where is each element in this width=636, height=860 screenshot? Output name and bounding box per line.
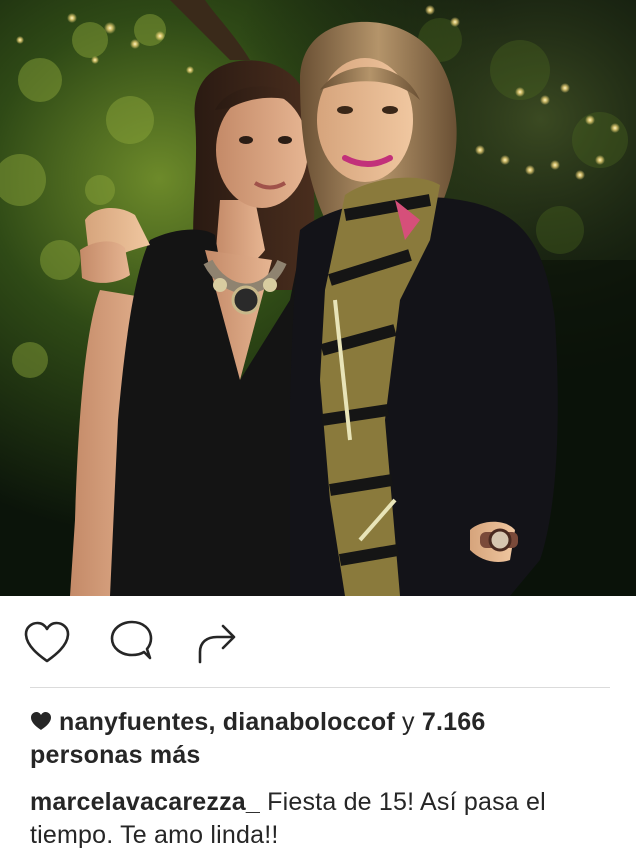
share-button[interactable] — [192, 620, 242, 666]
post-photo[interactable] — [0, 0, 636, 596]
likes-summary[interactable]: nanyfuentes, dianaboloccof y 7.166 perso… — [30, 706, 620, 772]
comment-bubble-icon — [110, 620, 153, 660]
likes-count[interactable]: 7.166 — [422, 708, 486, 736]
photo-illustration — [0, 0, 636, 596]
likes-conjunction: y — [402, 708, 415, 736]
likes-suffix[interactable]: personas más — [30, 741, 201, 769]
share-arrow-icon — [198, 624, 236, 664]
post-divider — [30, 687, 610, 688]
likes-separator: , — [208, 708, 216, 736]
liker-username[interactable]: dianaboloccof — [223, 708, 395, 736]
heart-filled-icon — [30, 707, 52, 730]
caption-username[interactable]: marcelavacarezza_ — [30, 788, 260, 816]
like-button[interactable] — [22, 620, 72, 666]
post-caption: marcelavacarezza_ Fiesta de 15! Así pasa… — [30, 786, 620, 852]
heart-outline-icon — [24, 621, 70, 663]
liker-username[interactable]: nanyfuentes — [59, 708, 208, 736]
post-action-bar — [0, 596, 636, 688]
comment-button[interactable] — [106, 620, 156, 666]
